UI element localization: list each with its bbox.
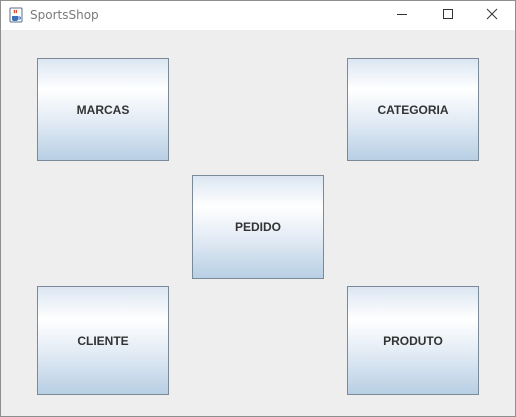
content-panel: MARCAS CATEGORIA PEDIDO CLIENTE PRODUTO [1, 30, 515, 416]
minimize-button[interactable] [379, 1, 425, 30]
cliente-button[interactable]: CLIENTE [37, 286, 169, 395]
pedido-button[interactable]: PEDIDO [192, 175, 324, 279]
produto-button[interactable]: PRODUTO [347, 286, 479, 395]
close-icon [486, 7, 498, 25]
maximize-button[interactable] [425, 1, 471, 30]
java-cup-icon [9, 7, 23, 23]
title-bar[interactable]: SportsShop [1, 1, 515, 30]
maximize-icon [442, 7, 454, 25]
minimize-icon [396, 7, 408, 25]
app-window: SportsShop MARCAS CATEGORIA PEDIDO CLIEN… [0, 0, 516, 417]
marcas-button[interactable]: MARCAS [37, 58, 169, 161]
window-title: SportsShop [30, 8, 99, 22]
categoria-button[interactable]: CATEGORIA [347, 58, 479, 161]
close-button[interactable] [469, 1, 515, 30]
